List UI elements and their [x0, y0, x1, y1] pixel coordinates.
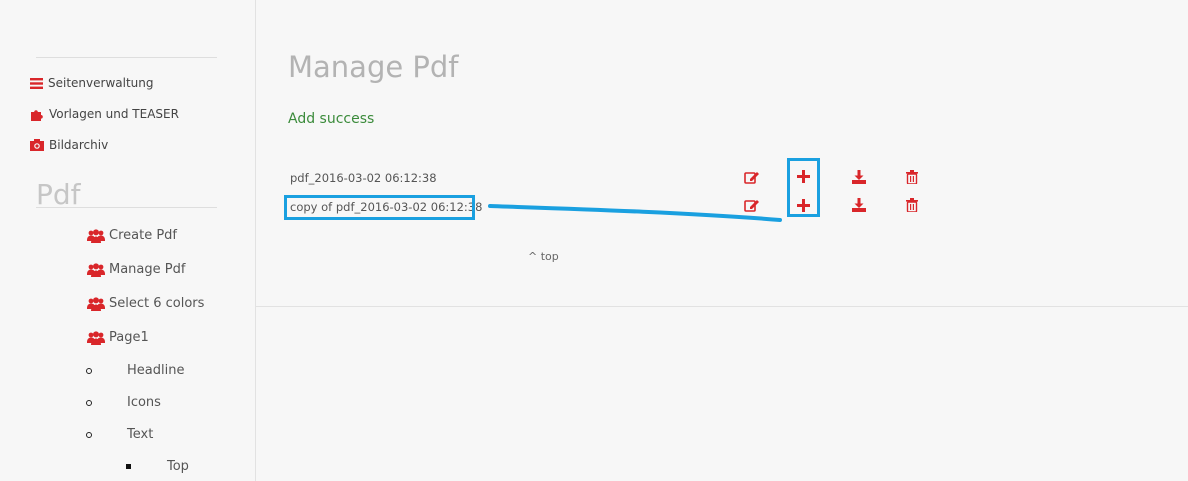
page-title: Manage Pdf [288, 50, 459, 84]
bullet-item-text[interactable]: Text [127, 427, 153, 442]
sidebar: Seitenverwaltung Vorlagen und TEASER Bil… [0, 0, 256, 481]
camera-icon [30, 139, 44, 151]
users-icon [87, 262, 105, 277]
bullet-circle [86, 368, 92, 374]
trash-icon[interactable] [906, 198, 918, 212]
sidebar-divider [36, 57, 217, 58]
bullet-item-top[interactable]: Top [167, 459, 189, 474]
sub-item-label: Page1 [109, 330, 149, 345]
nav-label: Vorlagen und TEASER [49, 107, 179, 121]
sub-item-select-colors[interactable]: Select 6 colors [87, 296, 204, 311]
bullet-item-icons[interactable]: Icons [127, 395, 161, 410]
users-icon [87, 228, 105, 243]
sub-item-label: Create Pdf [109, 228, 177, 243]
nav-item-bildarchiv[interactable]: Bildarchiv [30, 138, 108, 152]
sub-item-manage-pdf[interactable]: Manage Pdf [87, 262, 185, 277]
sub-item-page1[interactable]: Page1 [87, 330, 149, 345]
download-icon[interactable] [852, 170, 866, 184]
sub-item-create-pdf[interactable]: Create Pdf [87, 228, 177, 243]
bullet-square [126, 464, 131, 469]
success-message: Add success [288, 111, 375, 127]
trash-icon[interactable] [906, 170, 918, 184]
bullet-circle [86, 400, 92, 406]
nav-label: Bildarchiv [49, 138, 109, 152]
pdf-row-name: pdf_2016-03-02 06:12:38 [290, 171, 437, 185]
edit-icon[interactable] [744, 171, 760, 184]
download-icon[interactable] [852, 198, 866, 212]
highlight-box-row-name [284, 195, 475, 220]
bars-icon [30, 77, 43, 89]
back-to-top-link[interactable]: ^ top [528, 250, 559, 263]
section-divider [36, 207, 217, 208]
annotation-connector-line [488, 204, 782, 222]
puzzle-icon [30, 108, 44, 121]
nav-item-seitenverwaltung[interactable]: Seitenverwaltung [30, 76, 153, 90]
sub-item-label: Select 6 colors [109, 296, 205, 311]
nav-item-vorlagen[interactable]: Vorlagen und TEASER [30, 107, 179, 121]
sub-item-label: Manage Pdf [109, 262, 186, 277]
bullet-circle [86, 432, 92, 438]
main-divider [256, 306, 1188, 307]
users-icon [87, 330, 105, 345]
bullet-item-headline[interactable]: Headline [127, 363, 184, 378]
users-icon [87, 296, 105, 311]
highlight-box-add-icons [787, 158, 820, 217]
nav-label: Seitenverwaltung [48, 76, 154, 90]
